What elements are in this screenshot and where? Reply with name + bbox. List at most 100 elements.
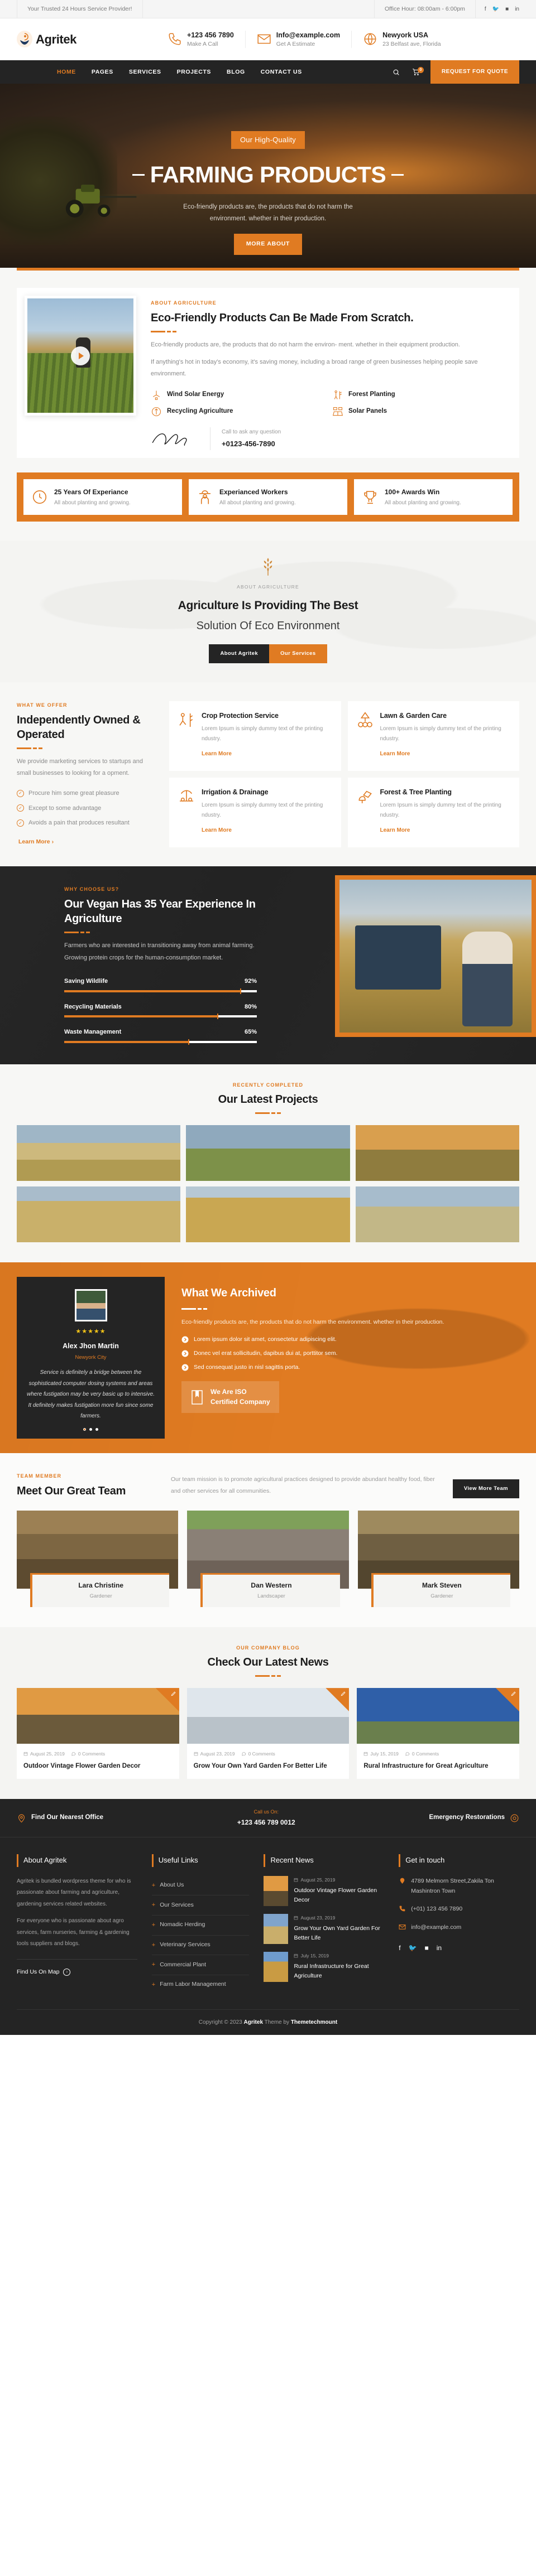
feature-recycling-agriculture[interactable]: Recycling Agriculture: [151, 406, 324, 417]
nav-item-home[interactable]: HOME: [49, 60, 84, 84]
search-icon[interactable]: [386, 69, 406, 76]
contact-strip-phone[interactable]: Call us On: +123 456 789 0012: [237, 1808, 295, 1829]
nav-item-pages[interactable]: PAGES: [84, 60, 121, 84]
service-card-irrigation[interactable]: Irrigation & Drainage Lorem Ipsum is sim…: [169, 777, 341, 847]
service-learn-more-link[interactable]: Learn More: [202, 826, 333, 835]
what-we-archived-section: ★★★★★ Alex Jhon Martin Newyork City Serv…: [0, 1262, 536, 1453]
header-info-location[interactable]: Newyork USA 23 Belfast ave, Florida: [351, 30, 452, 49]
nav-item-contact-us[interactable]: CONTACT US: [253, 60, 310, 84]
check-label: Avoids a pain that produces resultant: [28, 819, 130, 827]
find-nearest-office[interactable]: Find Our Nearest Office: [17, 1812, 103, 1824]
carousel-dot-3[interactable]: [95, 1427, 98, 1431]
footer-about-p1: Agritek is bundled wordpress theme for w…: [17, 1878, 131, 1907]
request-quote-button[interactable]: REQUEST FOR QUOTE: [430, 60, 519, 84]
envelope-icon: [257, 35, 271, 44]
service-learn-more-link[interactable]: Learn More: [202, 749, 333, 759]
about-agritek-button[interactable]: About Agritek: [209, 644, 270, 663]
hero-more-about-button[interactable]: MORE ABOUT: [233, 234, 303, 255]
arrow-circle-right-icon: [181, 1364, 189, 1371]
blog-card[interactable]: July 15, 2019 0 Comments Rural Infrastru…: [357, 1688, 519, 1779]
feature-forest-planting[interactable]: Forest Planting: [332, 389, 506, 401]
footer-link-farm-labor-management[interactable]: + Farm Labor Management: [152, 1975, 250, 1995]
service-card-crop-protection[interactable]: Crop Protection Service Lorem Ipsum is s…: [169, 701, 341, 771]
footer-email[interactable]: info@example.com: [399, 1922, 519, 1932]
logo[interactable]: Agritek: [17, 29, 156, 50]
phone-icon: [399, 1906, 405, 1912]
project-thumbnail[interactable]: [186, 1125, 350, 1181]
footer-link-commercial-plant[interactable]: + Commercial Plant: [151, 1955, 250, 1975]
project-thumbnail[interactable]: [186, 1186, 350, 1243]
services-section: WHAT WE OFFER Independently Owned & Oper…: [0, 682, 536, 866]
bullet-label: Sed consequat justo in nisl sagittis por…: [194, 1363, 300, 1371]
header-info-email[interactable]: Info@example.com Get A Estimate: [245, 30, 351, 49]
play-video-button[interactable]: [71, 346, 90, 365]
facebook-icon[interactable]: f: [399, 1942, 400, 1953]
project-thumbnail[interactable]: [355, 1186, 519, 1243]
blog-card[interactable]: August 23, 2019 0 Comments Grow Your Own…: [186, 1688, 350, 1779]
service-learn-more-link[interactable]: Learn More: [380, 749, 511, 759]
team-member-card[interactable]: Lara Christine Gardener: [17, 1511, 179, 1607]
linkedin-icon[interactable]: in: [515, 4, 519, 14]
news-title[interactable]: Grow Your Own Yard Garden For Better Lif…: [294, 1924, 384, 1943]
cart-icon[interactable]: 0: [406, 67, 426, 76]
nav-item-blog[interactable]: BLOG: [219, 60, 253, 84]
intro-eyebrow: ABOUT AGRICULTURE: [237, 584, 299, 590]
carousel-dot-2[interactable]: [89, 1427, 92, 1431]
footer-news-item[interactable]: August 25, 2019 Outdoor Vintage Flower G…: [264, 1875, 384, 1906]
team-member-role: Gardener: [89, 1593, 112, 1599]
blog-date: August 25, 2019: [23, 1750, 65, 1758]
our-services-button[interactable]: Our Services: [269, 644, 327, 663]
plus-icon: +: [151, 1902, 156, 1909]
news-title[interactable]: Outdoor Vintage Flower Garden Decor: [294, 1886, 384, 1906]
twitter-icon[interactable]: 🐦: [492, 4, 499, 14]
footer-link-about-us[interactable]: + About Us: [151, 1876, 250, 1896]
offer-learn-more-link[interactable]: Learn More ›: [17, 837, 154, 847]
pencil-icon: [341, 1691, 346, 1696]
find-us-on-map-link[interactable]: Find Us On Map ›: [17, 1958, 137, 1977]
footer-link-nomadic-herding[interactable]: + Nomadic Herding: [151, 1916, 250, 1936]
stat-experienced-workers: Experianced Workers All about planting a…: [189, 479, 347, 515]
service-learn-more-link[interactable]: Learn More: [380, 826, 511, 835]
footer-link-our-services[interactable]: + Our Services: [151, 1895, 250, 1916]
blog-card[interactable]: August 25, 2019 0 Comments Outdoor Vinta…: [17, 1688, 179, 1779]
stat-title: Experianced Workers: [219, 488, 288, 496]
project-thumbnail[interactable]: [17, 1186, 181, 1243]
call-number[interactable]: +0123-456-7890: [222, 438, 281, 450]
footer-news-item[interactable]: July 15, 2019 Rural Infrastructure for G…: [264, 1951, 384, 1982]
projects-section: RECENTLY COMPLETED Our Latest Projects: [0, 1064, 536, 1263]
linkedin-icon[interactable]: in: [437, 1942, 442, 1953]
facebook-icon[interactable]: f: [485, 4, 486, 14]
intro-section: ABOUT AGRICULTURE Agriculture Is Providi…: [0, 541, 536, 682]
service-cards-grid: Crop Protection Service Lorem Ipsum is s…: [169, 701, 519, 847]
service-card-lawn-garden[interactable]: Lawn & Garden Care Lorem Ipsum is simply…: [347, 701, 519, 771]
blog-post-title[interactable]: Grow Your Own Yard Garden For Better Lif…: [194, 1762, 343, 1771]
feature-label: Solar Panels: [348, 407, 387, 414]
feature-solar-panels[interactable]: Solar Panels: [332, 406, 506, 417]
offer-learn-more-label: Learn More: [18, 838, 50, 845]
project-thumbnail[interactable]: [17, 1125, 181, 1181]
nav-item-services[interactable]: SERVICES: [121, 60, 169, 84]
call-label: Call to ask any question: [222, 428, 281, 435]
flickr-icon[interactable]: ■: [425, 1942, 429, 1953]
nav-item-projects[interactable]: PROJECTS: [169, 60, 219, 84]
carousel-dot-1[interactable]: [83, 1427, 86, 1431]
team-member-card[interactable]: Dan Western Landscaper: [187, 1511, 349, 1607]
header-info-phone[interactable]: +123 456 7890 Make A Call: [156, 31, 245, 48]
footer-phone[interactable]: (+01) 123 456 7890: [399, 1904, 519, 1914]
footer-link-veterinary-services[interactable]: + Veterinary Services: [151, 1936, 250, 1956]
project-thumbnail[interactable]: [355, 1125, 519, 1181]
team-member-card[interactable]: Mark Steven Gardener: [357, 1511, 519, 1607]
news-title[interactable]: Rural Infrastructure for Great Agricultu…: [294, 1962, 384, 1981]
twitter-icon[interactable]: 🐦: [409, 1942, 417, 1953]
carousel-dots[interactable]: [27, 1427, 155, 1431]
service-card-forest-tree-planting[interactable]: Forest & Tree Planting Lorem Ipsum is si…: [347, 777, 519, 847]
about-section: ABOUT AGRICULTURE Eco-Friendly Products …: [0, 268, 536, 472]
flickr-icon[interactable]: ■: [505, 4, 509, 14]
view-more-team-button[interactable]: View More Team: [452, 1479, 519, 1499]
feature-wind-solar-energy[interactable]: Wind Solar Energy: [151, 389, 324, 401]
emergency-restorations[interactable]: Emergency Restorations: [429, 1812, 520, 1824]
blog-comments: 0 Comments: [405, 1750, 439, 1758]
footer-news-item[interactable]: August 23, 2019 Grow Your Own Yard Garde…: [264, 1913, 384, 1944]
blog-post-title[interactable]: Outdoor Vintage Flower Garden Decor: [23, 1762, 173, 1771]
blog-post-title[interactable]: Rural Infrastructure for Great Agricultu…: [363, 1762, 513, 1771]
